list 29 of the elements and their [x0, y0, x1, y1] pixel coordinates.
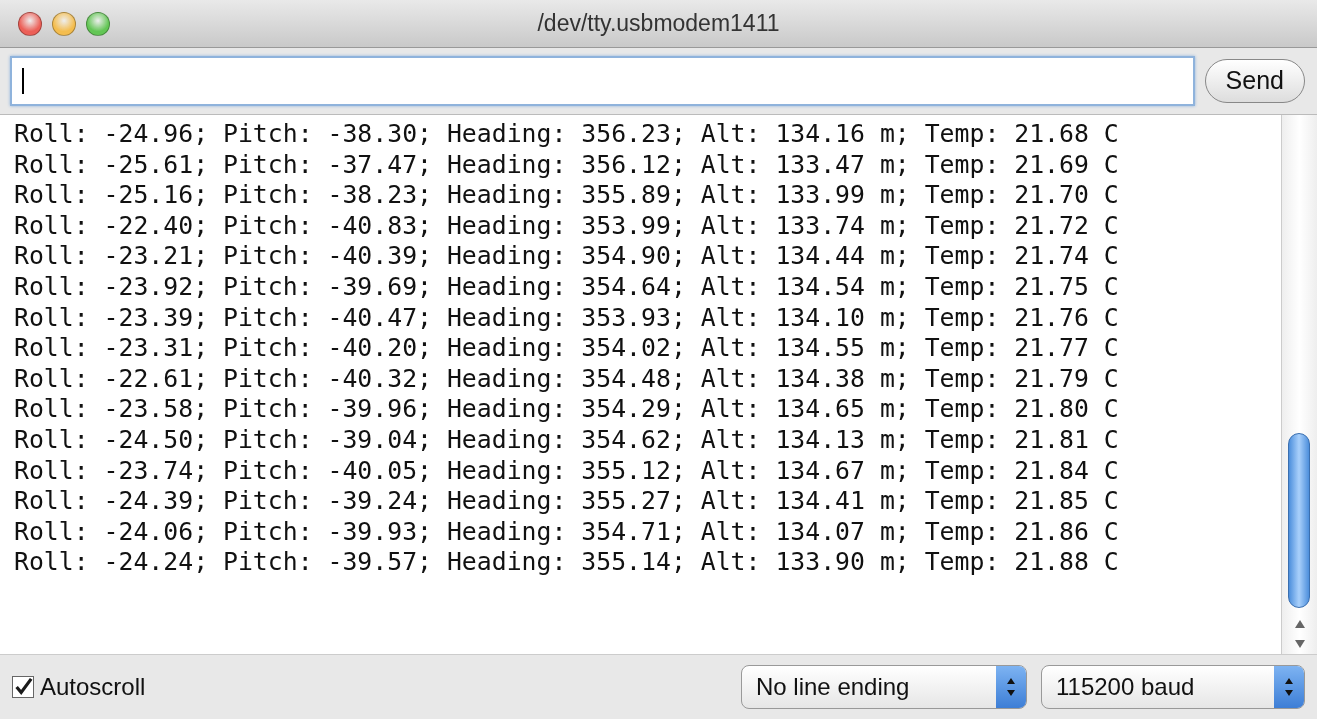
output-line: Roll: -24.39; Pitch: -39.24; Heading: 355.27; Alt: 134.41 m; Temp: 21.85 C: [14, 486, 1119, 517]
output-line: Roll: -22.61; Pitch: -40.32; Heading: 354.48; Alt: 134.38 m; Temp: 21.79 C: [14, 363, 1119, 395]
scroll-thumb[interactable]: [1288, 433, 1310, 608]
output-line: Roll: -24.96; Pitch: -38.30; Heading: 356.23; Alt: 134.16 m; Temp: 21.68 C: [14, 119, 1119, 150]
send-button[interactable]: Send: [1204, 59, 1305, 103]
output-line: Roll: -23.58; Pitch: -39.96; Heading: 354.29; Alt: 134.65 m; Temp: 21.80 C: [14, 394, 1119, 425]
autoscroll-checkbox[interactable]: [12, 676, 34, 698]
output-line: Roll: -25.61; Pitch: -37.47; Heading: 356.12; Alt: 133.47 m; Temp: 21.69 C: [14, 149, 1119, 181]
output-line: Roll: -24.24; Pitch: -39.57; Heading: 355.14; Alt: 133.90 m; Temp: 21.88 C: [14, 547, 1119, 578]
scrollbar[interactable]: [1281, 115, 1317, 654]
output-line: Roll: -24.50; Pitch: -39.04; Heading: 354.62; Alt: 134.13 m; Temp: 21.81 C: [14, 424, 1119, 456]
output-line: Roll: -25.16; Pitch: -38.23; Heading: 355.89; Alt: 133.99 m; Temp: 21.70 C: [14, 180, 1119, 211]
output-line: Roll: -23.31; Pitch: -40.20; Heading: 354.02; Alt: 134.55 m; Temp: 21.77 C: [14, 333, 1119, 364]
output-line: Roll: -23.21; Pitch: -40.39; Heading: 354.90; Alt: 134.44 m; Temp: 21.74 C: [14, 241, 1119, 272]
output-line: Roll: -24.06; Pitch: -39.93; Heading: 354.71; Alt: 134.07 m; Temp: 21.86 C: [14, 516, 1119, 548]
baud-rate-dropdown[interactable]: 115200 baud: [1041, 665, 1305, 709]
line-ending-dropdown[interactable]: No line ending: [741, 665, 1027, 709]
stepper-icon: [1274, 666, 1304, 708]
close-button[interactable]: [18, 11, 42, 36]
output-line: Roll: -23.92; Pitch: -39.69; Heading: 354.64; Alt: 134.54 m; Temp: 21.75 C: [14, 271, 1119, 303]
minimize-button[interactable]: [52, 11, 76, 36]
window-title: /dev/tty.usbmodem1411: [537, 10, 780, 37]
output-line: Roll: -23.74; Pitch: -40.05; Heading: 355.12; Alt: 134.67 m; Temp: 21.84 C: [14, 455, 1119, 487]
zoom-button[interactable]: [86, 11, 110, 36]
stepper-icon: [996, 666, 1026, 708]
output-line: Roll: -23.39; Pitch: -40.47; Heading: 353.93; Alt: 134.10 m; Temp: 21.76 C: [14, 302, 1119, 334]
text-cursor: [22, 68, 24, 94]
output-line: Roll: -22.40; Pitch: -40.83; Heading: 353.99; Alt: 133.74 m; Temp: 21.72 C: [14, 210, 1119, 242]
autoscroll-label: Autoscroll: [40, 672, 147, 702]
